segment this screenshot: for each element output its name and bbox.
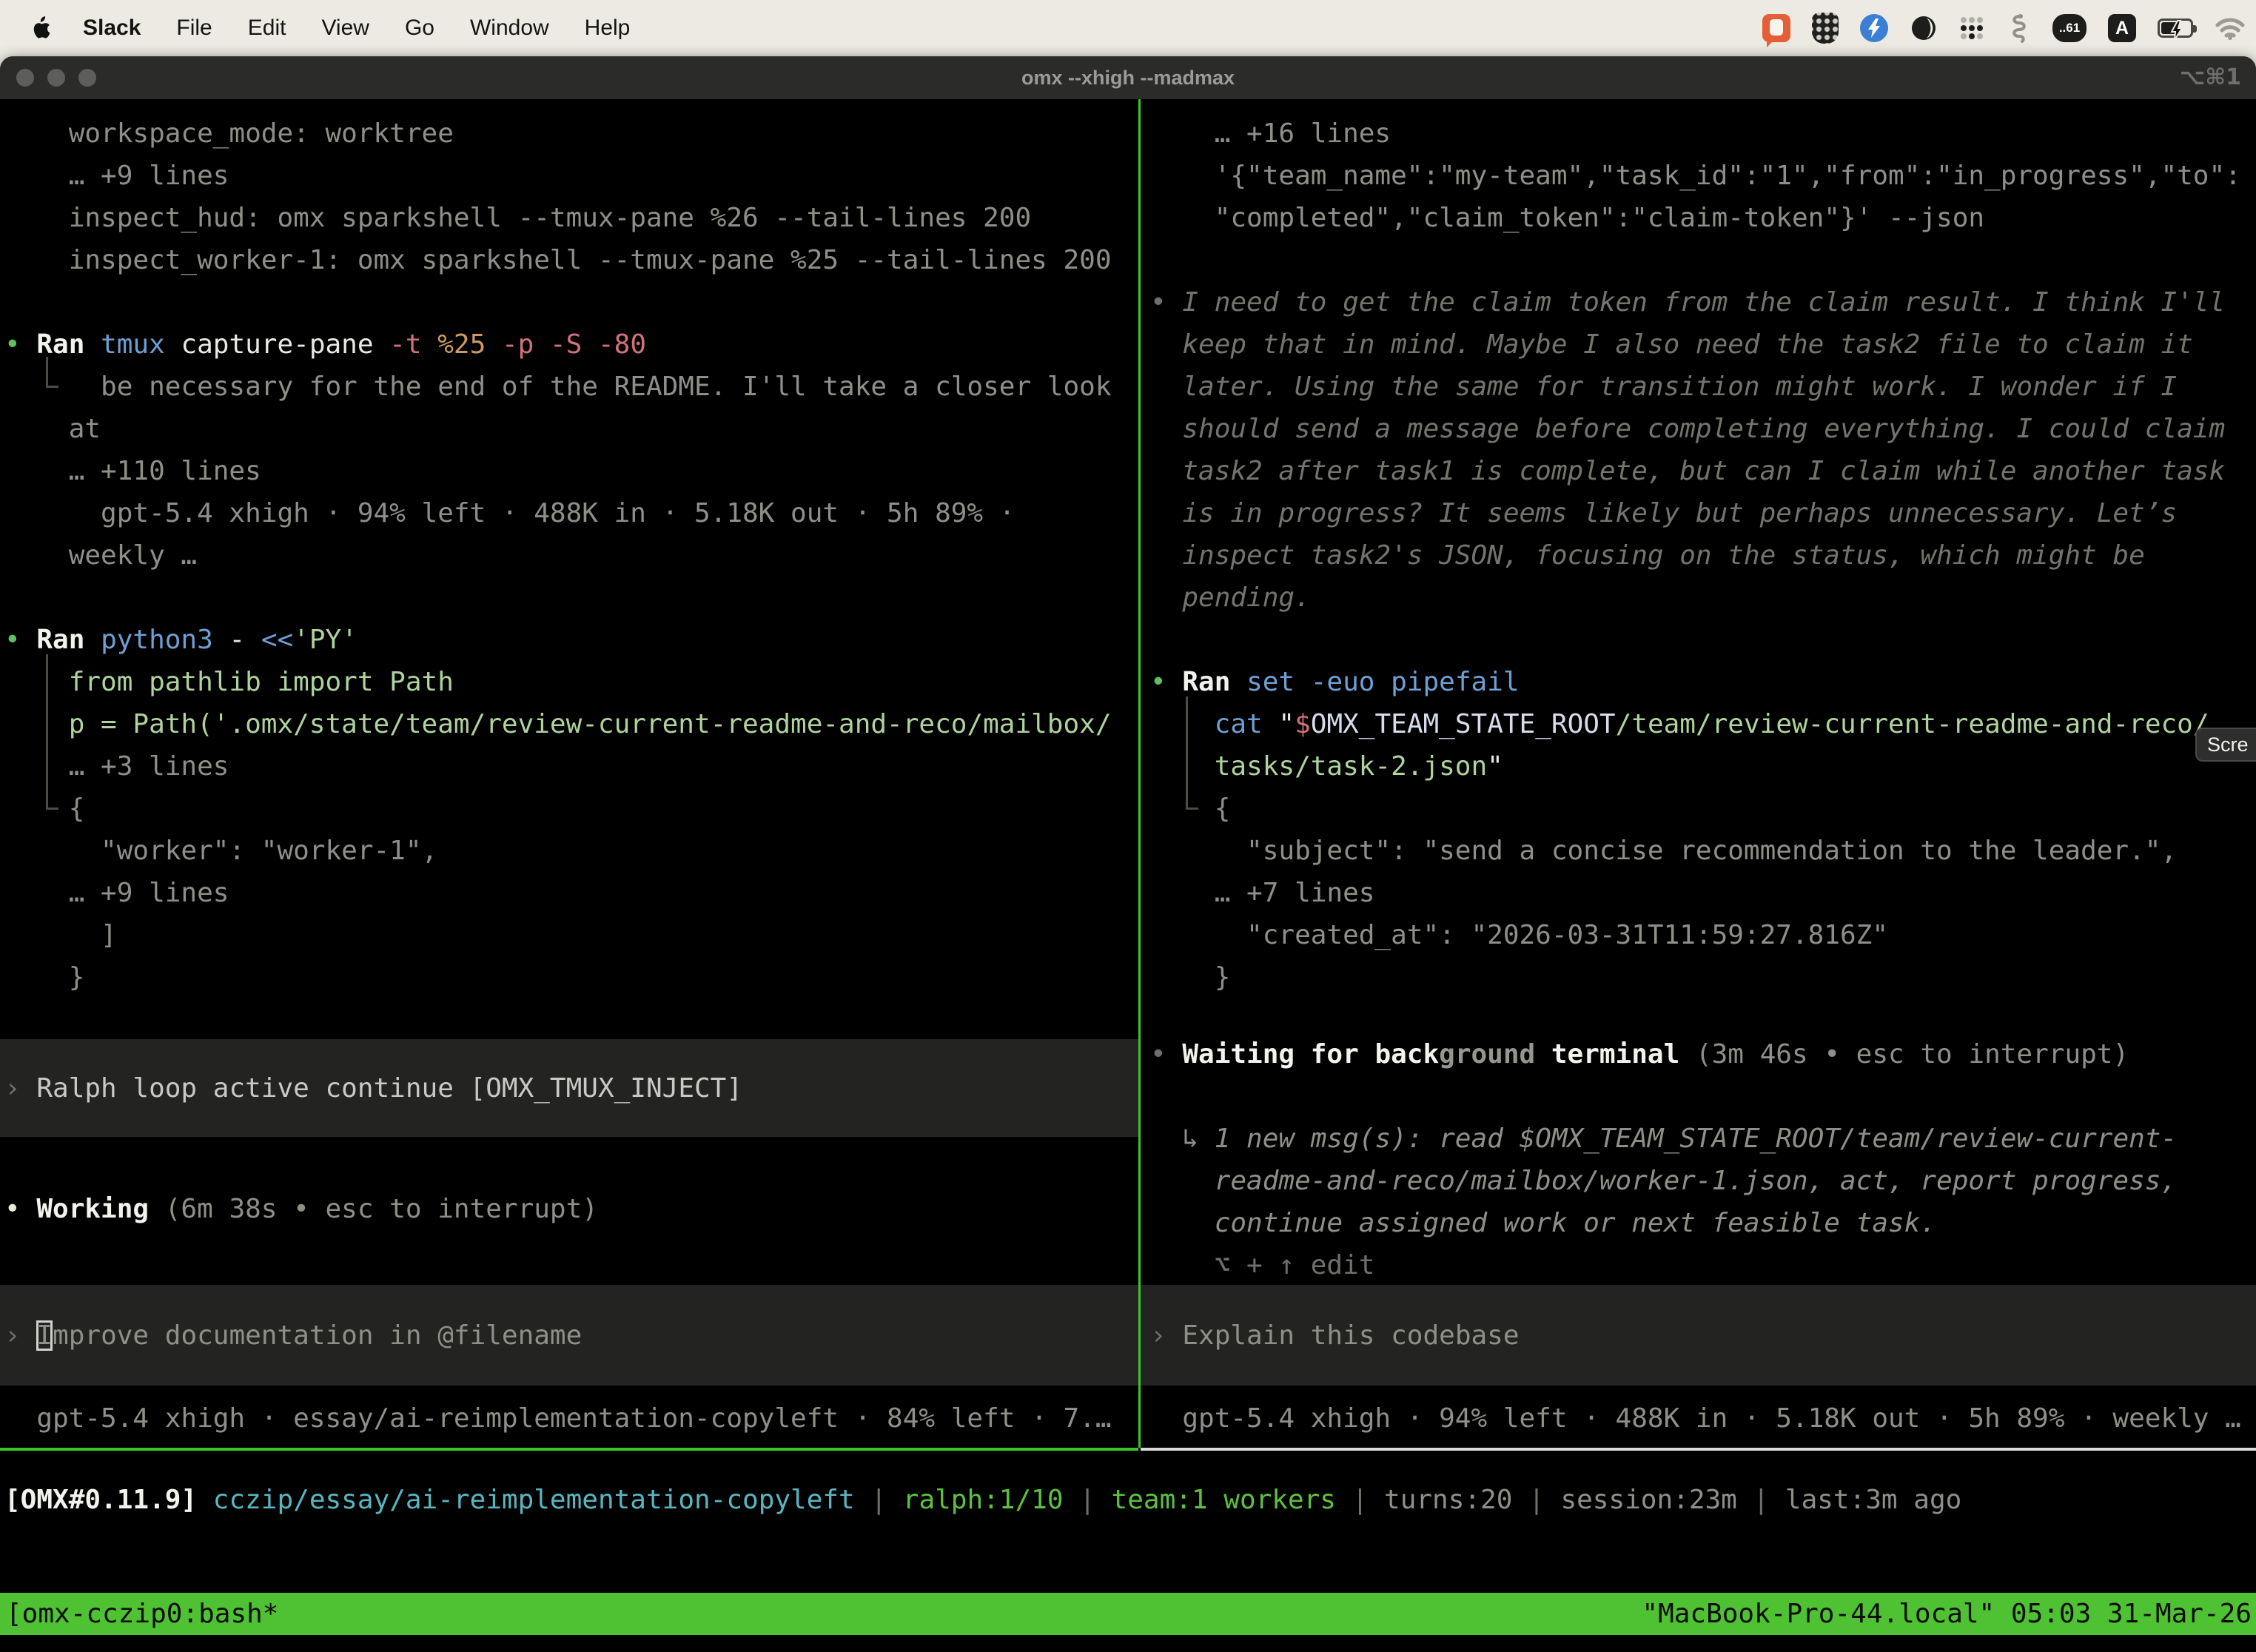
squiggle-icon[interactable] <box>2006 13 2031 43</box>
zoom-button[interactable] <box>78 69 96 87</box>
menu-item-file[interactable]: File <box>176 16 212 41</box>
battery-icon[interactable] <box>2158 19 2193 38</box>
left-pane-lines-row-3: inspect_worker-1: omx sparkshell --tmux-… <box>4 239 1112 281</box>
waiting-block-row-3: readme-and-reco/mailbox/worker-1.json, a… <box>1150 1160 2177 1202</box>
working-status-line-row-0: • Working (6m 38s • esc to interrupt) <box>4 1188 598 1230</box>
close-button[interactable] <box>16 69 34 87</box>
right-pane-lines-row-7: should send a message before completing … <box>1150 408 2225 450</box>
left-pane-lines-row-19: ] <box>4 914 117 956</box>
left-pane-lines-row-6: be necessary for the end of the README. … <box>4 366 1112 408</box>
left-pane-lines-row-20: } <box>4 956 84 998</box>
pane-border-bottom-right <box>1141 1448 2256 1451</box>
ralph-loop-line: › Ralph loop active continue [OMX_TMUX_I… <box>4 99 1137 1652</box>
left-pane-lines-row-18: … +9 lines <box>4 872 229 914</box>
right-pane-lines-row-1: '{"team_name":"my-team","task_id":"1","f… <box>1150 155 2241 197</box>
shield-grid-icon[interactable] <box>1812 13 1839 44</box>
right-pane-lines-row-15: tasks/task-2.json" <box>1150 745 1503 788</box>
left-pane-lines-row-15: … +3 lines <box>4 745 229 788</box>
left-pane-lines-row-5: • Ran tmux capture-pane -t %25 -p -S -80 <box>4 323 646 366</box>
right-pane-lines: … +16 lines '{"team_name":"my-team","tas… <box>1150 99 2253 1652</box>
left-prompt-input[interactable] <box>0 1285 1138 1386</box>
left-pane-lines-row-0: workspace_mode: worktree <box>4 113 454 155</box>
waiting-block: • Waiting for background terminal (3m 46… <box>1150 99 2253 1652</box>
right-pane-lines-row-14: cat "$OMX_TEAM_STATE_ROOT/team/review-cu… <box>1150 703 2209 745</box>
right-pane-lines-row-13: • Ran set -euo pipefail <box>1150 661 1520 703</box>
pane-border-bottom-left <box>0 1448 1138 1451</box>
dots-grid-icon[interactable] <box>1959 16 1984 41</box>
right-pane-lines-row-8: task2 after task1 is complete, but can I… <box>1150 450 2225 492</box>
omx-status-line-row-0: [OMX#0.11.9] cczip/essay/ai-reimplementa… <box>4 1479 1961 1521</box>
menu-item-edit[interactable]: Edit <box>248 16 286 41</box>
badge-61-icon[interactable]: ..61 <box>2052 14 2087 42</box>
menu-app-name[interactable]: Slack <box>83 16 141 41</box>
left-pane-lines-row-16: { <box>4 788 84 830</box>
menu-items: File Edit View Go Window Help <box>176 16 630 41</box>
pane-divider[interactable] <box>1138 99 1141 1448</box>
left-pane-status-row-0: gpt-5.4 xhigh · essay/ai-reimplementatio… <box>4 1397 1112 1440</box>
right-pane-lines-row-9: is in progress? It seems likely but perh… <box>1150 492 2177 534</box>
right-pane-lines-row-5: keep that in mind. Maybe I also need the… <box>1150 323 2193 366</box>
crescent-icon[interactable] <box>1910 14 1938 42</box>
right-pane-lines-row-10: inspect task2's JSON, focusing on the st… <box>1150 534 2145 577</box>
window-title-bar[interactable]: omx --xhigh --madmax ⌥⌘1 <box>0 56 2256 99</box>
waiting-block-row-5: ⌥ + ↑ edit <box>1150 1244 1374 1286</box>
right-pane-status-row-0: gpt-5.4 xhigh · 94% left · 488K in · 5.1… <box>1150 1397 2241 1440</box>
left-pane-lines-row-2: inspect_hud: omx sparkshell --tmux-pane … <box>4 197 1031 239</box>
right-pane-lines-row-0: … +16 lines <box>1150 113 1391 155</box>
left-pane-lines-row-14: p = Path('.omx/state/team/review-current… <box>4 703 1112 745</box>
waiting-block-row-2: ↳ 1 new msg(s): read $OMX_TEAM_STATE_ROO… <box>1150 1118 2177 1160</box>
left-pane-lines-row-8: … +110 lines <box>4 450 261 492</box>
waiting-block-row-4: continue assigned work or next feasible … <box>1150 1202 1936 1244</box>
right-pane-lines-row-20: } <box>1150 956 1230 998</box>
left-pane-lines-row-13: from pathlib import Path <box>4 661 454 703</box>
output-indent-guide <box>46 357 58 388</box>
apple-logo-icon[interactable] <box>31 16 50 40</box>
screenshot-tooltip: Scre <box>2195 728 2256 762</box>
menu-item-view[interactable]: View <box>321 16 369 41</box>
cat-indent-guide <box>1186 696 1198 810</box>
chat-app-icon[interactable] <box>1762 14 1790 42</box>
left-pane-lines-row-9: gpt-5.4 xhigh · 94% left · 488K in · 5.1… <box>4 492 1015 534</box>
left-input-line: › Improve documentation in @filename <box>4 99 1137 1652</box>
tmux-status-bar: [omx-cczip0:bash* "MacBook-Pro-44.local"… <box>0 1593 2256 1635</box>
window-title: omx --xhigh --madmax <box>1021 67 1235 90</box>
right-pane-lines-row-11: pending. <box>1150 577 1311 619</box>
menu-item-window[interactable]: Window <box>470 16 549 41</box>
right-pane-lines-row-4: • I need to get the claim token from the… <box>1150 281 2225 323</box>
window-shortcut-hint: ⌥⌘1 <box>2180 56 2241 99</box>
left-pane-status: gpt-5.4 xhigh · essay/ai-reimplementatio… <box>4 99 1137 1652</box>
left-pane-lines-row-17: "worker": "worker-1", <box>4 830 437 872</box>
python-indent-guide <box>46 654 58 810</box>
wifi-icon[interactable] <box>2215 16 2246 40</box>
right-pane-lines-row-6: later. Using the same for transition mig… <box>1150 366 2177 408</box>
working-status-line: • Working (6m 38s • esc to interrupt) <box>4 99 1137 1652</box>
menu-status-icons: ..61 A <box>1762 0 2246 56</box>
right-input-line: › Explain this codebase <box>1150 99 2253 1652</box>
right-pane-lines-row-18: … +7 lines <box>1150 872 1374 914</box>
terminal-content[interactable]: workspace_mode: worktree … +9 lines insp… <box>0 99 2256 1652</box>
right-pane-lines-row-17: "subject": "send a concise recommendatio… <box>1150 830 2177 872</box>
ralph-loop-strip <box>0 1039 1138 1137</box>
terminal-window: omx --xhigh --madmax ⌥⌘1 workspace_mode:… <box>0 56 2256 1652</box>
keyboard-a-icon[interactable]: A <box>2108 14 2136 42</box>
left-pane-lines-row-1: … +9 lines <box>4 155 229 197</box>
menu-bar: Slack File Edit View Go Window Help ..61 A <box>0 0 2256 56</box>
waiting-block-row-0: • Waiting for background terminal (3m 46… <box>1150 1033 2129 1075</box>
right-pane-status: gpt-5.4 xhigh · 94% left · 488K in · 5.1… <box>1150 99 2253 1652</box>
left-pane-lines: workspace_mode: worktree … +9 lines insp… <box>4 99 1137 1652</box>
right-pane-lines-row-19: "created_at": "2026-03-31T11:59:27.816Z" <box>1150 914 1888 956</box>
minimize-button[interactable] <box>47 69 65 87</box>
tmux-host-clock: "MacBook-Pro-44.local" 05:03 31-Mar-26 <box>1642 1593 2252 1635</box>
omx-status-line: [OMX#0.11.9] cczip/essay/ai-reimplementa… <box>4 99 1137 1652</box>
bolt-circle-icon[interactable] <box>1860 14 1888 42</box>
right-pane-lines-row-2: "completed","claim_token":"claim-token"}… <box>1150 197 1984 239</box>
left-pane-lines-row-7: at <box>4 408 101 450</box>
tmux-session-label[interactable]: [omx-cczip0:bash* <box>6 1593 278 1635</box>
right-prompt-input[interactable] <box>1141 1285 2256 1386</box>
menu-item-go[interactable]: Go <box>405 16 434 41</box>
menu-item-help[interactable]: Help <box>585 16 631 41</box>
left-pane-lines-row-10: weekly … <box>4 534 197 577</box>
